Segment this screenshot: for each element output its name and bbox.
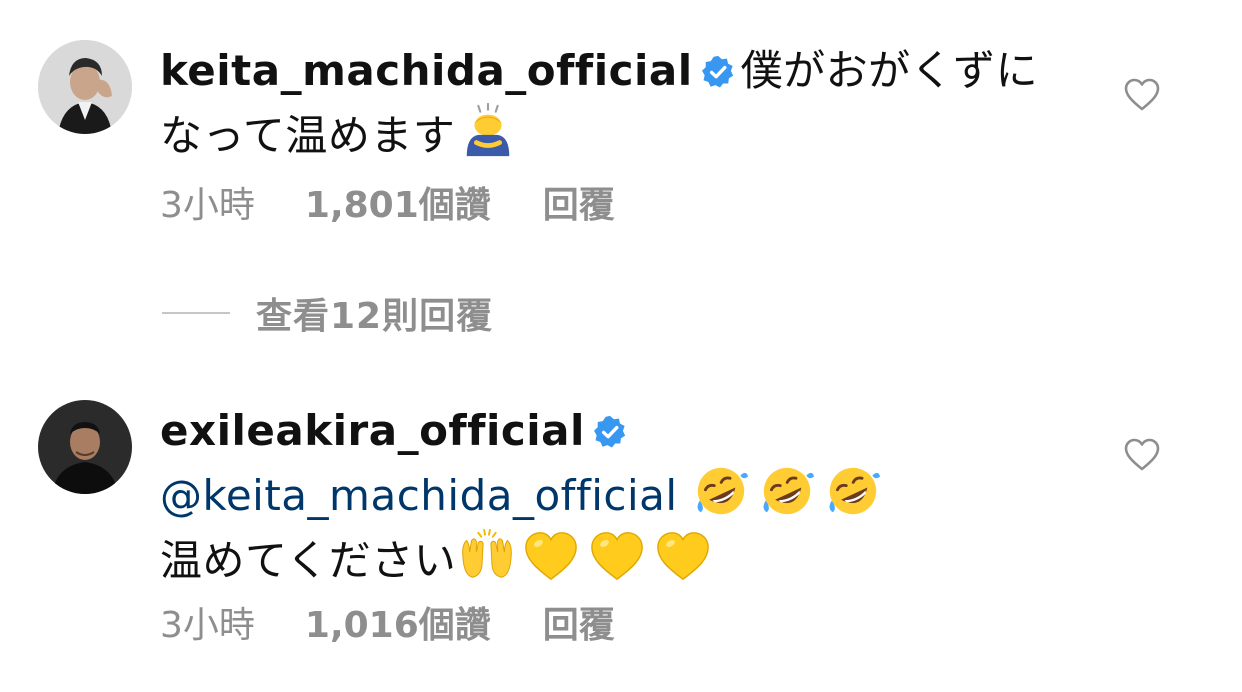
- comment-text-line: なって温めます: [160, 102, 1120, 167]
- comment-text-line: exileakira_official: [160, 400, 1120, 462]
- comment-body: exileakira_official @keita_machida_offic…: [160, 400, 1120, 592]
- raising-hands-icon: [458, 527, 516, 585]
- comments-page: keita_machida_official 僕がおがくずに なって温めます 3小…: [0, 0, 1242, 692]
- comment-meta: 3小時 1,016個讚 回覆: [160, 596, 615, 648]
- rolling-on-floor-laughing-icon: [824, 462, 882, 520]
- comment-item: exileakira_official @keita_machida_offic…: [0, 400, 1242, 660]
- comment-text-line: keita_machida_official 僕がおがくずに: [160, 40, 1120, 102]
- like-heart-icon[interactable]: [1124, 78, 1160, 112]
- rolling-on-floor-laughing-icon: [692, 462, 750, 520]
- comment-likes[interactable]: 1,801個讚: [305, 185, 491, 226]
- like-heart-icon[interactable]: [1124, 438, 1160, 472]
- comment-text-line: @keita_machida_official: [160, 462, 1120, 527]
- comment-body: keita_machida_official 僕がおがくずに なって温めます: [160, 40, 1120, 167]
- comment-username[interactable]: keita_machida_official: [160, 46, 693, 95]
- mention-link[interactable]: @keita_machida_official: [160, 471, 678, 520]
- person-bowing-icon: [459, 102, 517, 160]
- rolling-on-floor-laughing-icon: [758, 462, 816, 520]
- verified-badge-icon: [593, 415, 627, 449]
- comment-text-line: 温めてください: [160, 527, 1120, 592]
- comment-username[interactable]: exileakira_official: [160, 406, 585, 455]
- comment-text: 温めてください: [160, 536, 457, 585]
- divider-dash: [162, 312, 230, 314]
- comment-item: keita_machida_official 僕がおがくずに なって温めます 3小…: [0, 40, 1242, 230]
- avatar[interactable]: [38, 40, 132, 134]
- reply-button[interactable]: 回覆: [543, 605, 615, 646]
- yellow-heart-icon: [522, 527, 580, 585]
- comment-time: 3小時: [160, 605, 255, 646]
- comment-text: 僕がおがくずに: [740, 46, 1039, 95]
- reply-button[interactable]: 回覆: [543, 185, 615, 226]
- yellow-heart-icon: [654, 527, 712, 585]
- yellow-heart-icon: [588, 527, 646, 585]
- view-replies-link[interactable]: 查看12則回覆: [162, 288, 493, 338]
- verified-badge-icon: [701, 55, 735, 89]
- view-replies-label: 查看12則回覆: [256, 296, 494, 337]
- avatar[interactable]: [38, 400, 132, 494]
- comment-likes[interactable]: 1,016個讚: [305, 605, 491, 646]
- comment-text: なって温めます: [160, 111, 456, 160]
- comment-meta: 3小時 1,801個讚 回覆: [160, 176, 615, 228]
- comment-time: 3小時: [160, 185, 255, 226]
